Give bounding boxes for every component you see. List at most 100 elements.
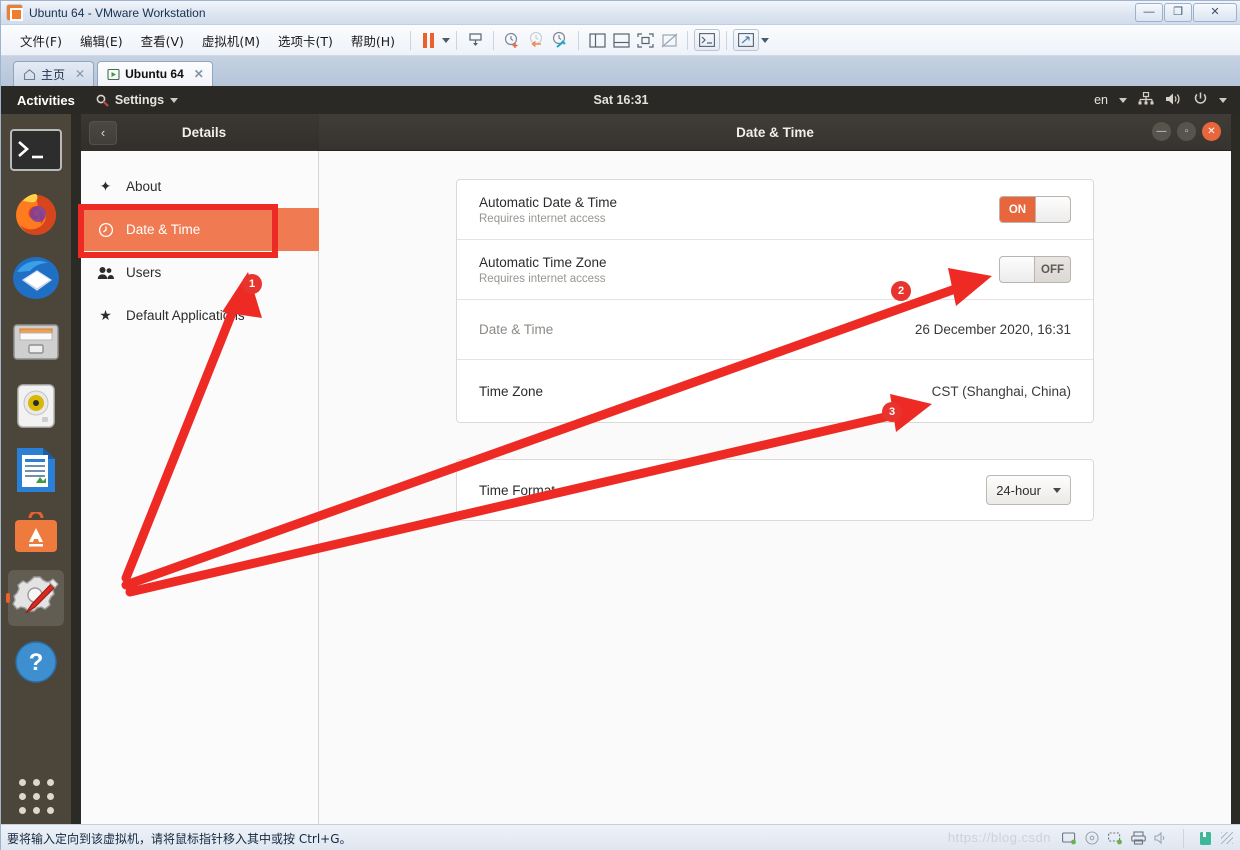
settings-window-controls: — ▫ ✕ [1152,122,1221,141]
row-time-zone[interactable]: Time Zone CST (Shanghai, China) [457,360,1093,422]
tray-caret-icon[interactable] [1219,97,1227,103]
snapshot-manager-icon[interactable] [548,29,572,51]
dock-item-show-applications[interactable] [8,768,64,824]
row-automatic-date-time-title: Automatic Date & Time [479,194,618,210]
snapshot-take-icon[interactable] [500,29,524,51]
watermark-text: https://blog.csdn [947,830,1051,845]
close-button[interactable]: ✕ [1193,3,1237,22]
unity-mode-icon[interactable] [657,29,681,51]
settings-sidebar-title: Details [181,125,227,140]
menu-file[interactable]: 文件(F) [11,28,71,53]
cdrom-icon[interactable] [1085,830,1100,846]
toolbar-separator [687,30,689,50]
keyboard-layout-indicator[interactable]: en [1094,93,1108,107]
snapshot-revert-icon[interactable] [524,29,548,51]
sound-icon[interactable] [1154,831,1169,846]
row-automatic-date-time: Automatic Date & Time Requires internet … [457,180,1093,240]
vmware-icon [7,5,23,21]
row-automatic-time-zone-title: Automatic Time Zone [479,254,607,270]
console-view-icon[interactable] [694,29,721,51]
network-icon[interactable] [1108,831,1123,846]
fullscreen-icon[interactable] [633,29,657,51]
toolbar-separator [410,30,412,50]
status-message: 要将输入定向到该虚拟机，请将鼠标指针移入其中或按 Ctrl+G。 [7,831,352,846]
toolbar-separator [456,30,458,50]
app-menu-caret-icon [170,97,179,103]
resize-grip[interactable] [1221,832,1233,844]
send-ctrl-alt-del-icon[interactable] [463,29,487,51]
menu-help[interactable]: 帮助(H) [342,28,404,53]
row-date-time-value: 26 December 2020, 16:31 [914,322,1071,337]
tab-ubuntu-64[interactable]: Ubuntu 64 ✕ [97,61,213,86]
tab-ubuntu-64-close-icon[interactable]: ✕ [194,67,204,81]
menu-vm[interactable]: 虚拟机(M) [193,28,269,53]
vmware-window-title: Ubuntu 64 - VMware Workstation [29,5,206,20]
time-format-select[interactable]: 24-hour [986,475,1071,505]
row-time-format-title: Time Format [479,482,556,498]
tab-home-close-icon[interactable]: ✕ [75,67,85,81]
dock-item-help[interactable]: ? [8,634,64,690]
gnome-top-bar: Activities Settings Sat 16:31 en [1,86,1240,114]
ubuntu-dock: ? [1,114,71,824]
menu-edit[interactable]: 编辑(E) [71,28,132,53]
restore-button[interactable]: ❐ [1164,3,1192,22]
dock-item-settings[interactable] [8,570,64,626]
automatic-date-time-toggle[interactable]: ON [999,196,1071,223]
sidebar-item-about-label: About [126,179,162,194]
sidebar-item-about[interactable]: ✦ About [81,165,318,208]
settings-content: Automatic Date & Time Requires internet … [319,151,1231,824]
users-icon [97,266,114,280]
minimize-button[interactable]: — [1135,3,1163,22]
stretch-view-icon[interactable] [733,29,760,51]
automatic-time-zone-toggle-knob [1000,257,1036,282]
automatic-time-zone-toggle[interactable]: OFF [999,256,1071,283]
vm-running-icon [107,68,120,81]
power-icon[interactable] [1193,91,1208,109]
show-thumbnails-icon[interactable] [609,29,633,51]
chevron-down-icon [1053,487,1061,493]
gnome-clock[interactable]: Sat 16:31 [1,93,1240,107]
settings-minimize-button[interactable]: — [1152,122,1171,141]
settings-maximize-button[interactable]: ▫ [1177,122,1196,141]
hard-disk-icon[interactable] [1062,831,1077,846]
dock-item-firefox[interactable] [8,186,64,242]
settings-app-icon [95,93,109,107]
stretch-caret[interactable] [761,37,770,43]
app-menu-label: Settings [114,93,165,107]
app-grid-icon [18,778,54,814]
show-library-icon[interactable] [585,29,609,51]
status-bar-icons [1062,825,1233,850]
pause-dropdown-caret[interactable] [442,37,451,43]
sidebar-item-default-applications[interactable]: ★ Default Applications [81,294,318,337]
dock-item-rhythmbox[interactable] [8,378,64,434]
vmware-window: Ubuntu 64 - VMware Workstation — ❐ ✕ 文件(… [0,0,1240,850]
dock-item-libreoffice-writer[interactable] [8,442,64,498]
screenshot-root: Ubuntu 64 - VMware Workstation — ❐ ✕ 文件(… [0,0,1240,850]
volume-icon[interactable] [1165,92,1182,109]
dock-item-files[interactable] [8,314,64,370]
row-time-zone-title: Time Zone [479,383,544,399]
vmware-titlebar: Ubuntu 64 - VMware Workstation — ❐ ✕ [1,1,1240,25]
printer-icon[interactable] [1131,830,1146,846]
dock-item-ubuntu-software[interactable] [8,506,64,562]
usb-icon[interactable] [1198,831,1213,846]
dock-item-terminal[interactable] [8,122,64,178]
menu-tabs[interactable]: 选项卡(T) [269,28,342,53]
tab-home[interactable]: 主页 ✕ [13,61,95,86]
menu-view[interactable]: 查看(V) [132,28,193,53]
dock-item-thunderbird[interactable] [8,250,64,306]
activities-button[interactable]: Activities [17,93,75,108]
app-menu-settings[interactable]: Settings [95,93,179,107]
toolbar-separator [493,30,495,50]
settings-close-button[interactable]: ✕ [1202,122,1221,141]
pause-button[interactable] [417,32,440,48]
toolbar-separator [726,30,728,50]
row-date-time[interactable]: Date & Time 26 December 2020, 16:31 [457,300,1093,360]
toolbar-separator [578,30,580,50]
row-automatic-time-zone: Automatic Time Zone Requires internet ac… [457,240,1093,300]
sidebar-item-users-label: Users [126,265,162,280]
network-icon[interactable] [1138,91,1154,109]
back-button[interactable]: ‹ [89,120,117,145]
automatic-date-time-toggle-knob [1034,197,1070,222]
row-time-zone-value: CST (Shanghai, China) [931,383,1071,399]
